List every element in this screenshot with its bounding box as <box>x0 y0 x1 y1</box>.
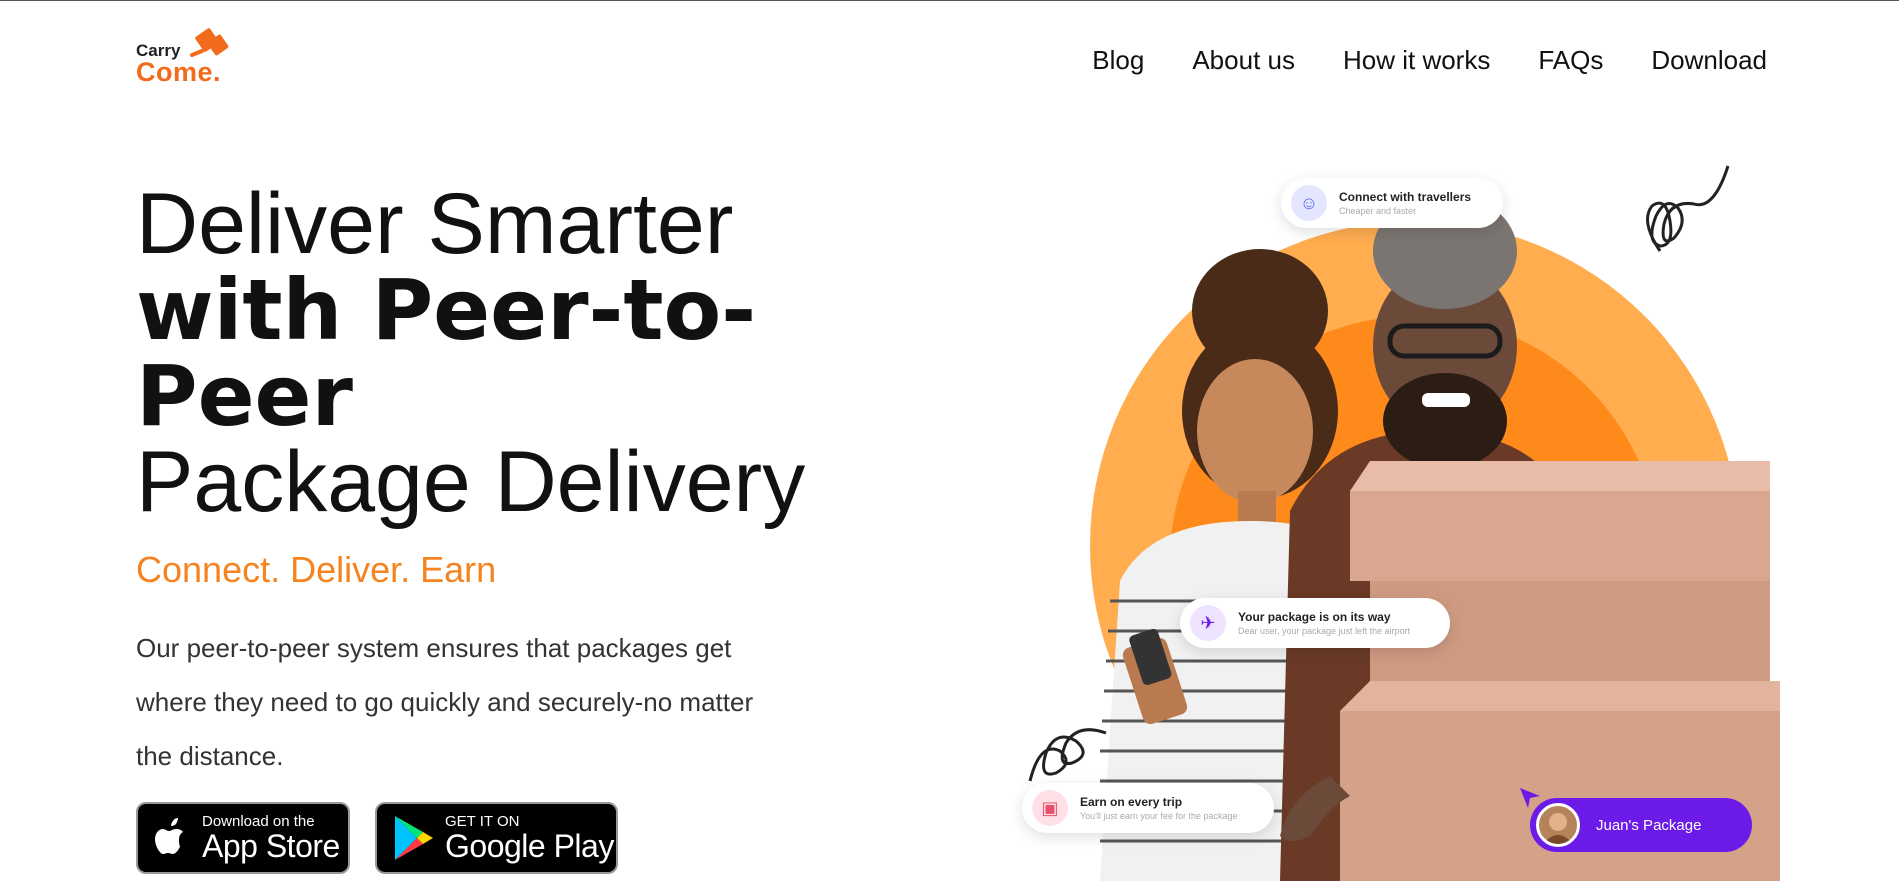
google-play-big-text: Google Play <box>445 828 614 864</box>
airplane-icon: ✈ <box>1190 605 1226 641</box>
nav-how-it-works[interactable]: How it works <box>1343 45 1490 76</box>
hero-heading: Deliver Smarter with Peer-to- Peer Packa… <box>136 181 856 525</box>
apple-icon <box>155 818 183 854</box>
juans-package-pill[interactable]: Juan's Package <box>1530 798 1752 852</box>
google-play-icon <box>395 816 433 860</box>
nav-about-us[interactable]: About us <box>1192 45 1295 76</box>
hero-illustration <box>1010 165 1899 881</box>
package-on-way-card: ✈ Your package is on its way Dear user, … <box>1180 598 1450 648</box>
connect-card-subtitle: Cheaper and faster <box>1339 206 1417 216</box>
earn-every-trip-card: ▣ Earn on every trip You'll just earn yo… <box>1022 783 1274 833</box>
connect-travellers-card: ☺ Connect with travellers Cheaper and fa… <box>1281 178 1503 228</box>
hero-title-line1: Deliver Smarter <box>136 176 734 272</box>
nav-faqs[interactable]: FAQs <box>1538 45 1603 76</box>
main-nav: Blog About us How it works FAQs Download <box>1092 45 1767 76</box>
box-icon <box>190 28 229 57</box>
google-play-button[interactable]: GET IT ON Google Play <box>375 802 618 874</box>
connect-card-title: Connect with travellers <box>1339 190 1472 204</box>
brand-logo[interactable]: Carry Come. <box>136 25 246 87</box>
cash-icon: ▣ <box>1032 790 1068 826</box>
hero-description: Our peer-to-peer system ensures that pac… <box>136 633 754 771</box>
earn-card-subtitle: You'll just earn your fee for the packag… <box>1080 811 1238 821</box>
users-icon: ☺ <box>1291 185 1327 221</box>
onway-card-subtitle: Dear user, your package just left the ai… <box>1238 626 1411 636</box>
hero-title-line2: with Peer-to- <box>136 261 757 359</box>
earn-card-title: Earn on every trip <box>1080 795 1183 809</box>
hero-tagline: Connect. Deliver. Earn <box>136 549 497 590</box>
nav-download[interactable]: Download <box>1651 45 1767 76</box>
hero-title-line4: Package Delivery <box>136 434 806 530</box>
juans-package-label: Juan's Package <box>1596 816 1702 834</box>
onway-card-title: Your package is on its way <box>1238 610 1391 624</box>
app-store-big-text: App Store <box>202 828 340 864</box>
nav-blog[interactable]: Blog <box>1092 45 1144 76</box>
hero-image <box>1010 161 1899 881</box>
hero-title-line3: Peer <box>136 347 353 445</box>
avatar <box>1536 803 1580 847</box>
app-store-button[interactable]: Download on the App Store <box>136 802 350 874</box>
